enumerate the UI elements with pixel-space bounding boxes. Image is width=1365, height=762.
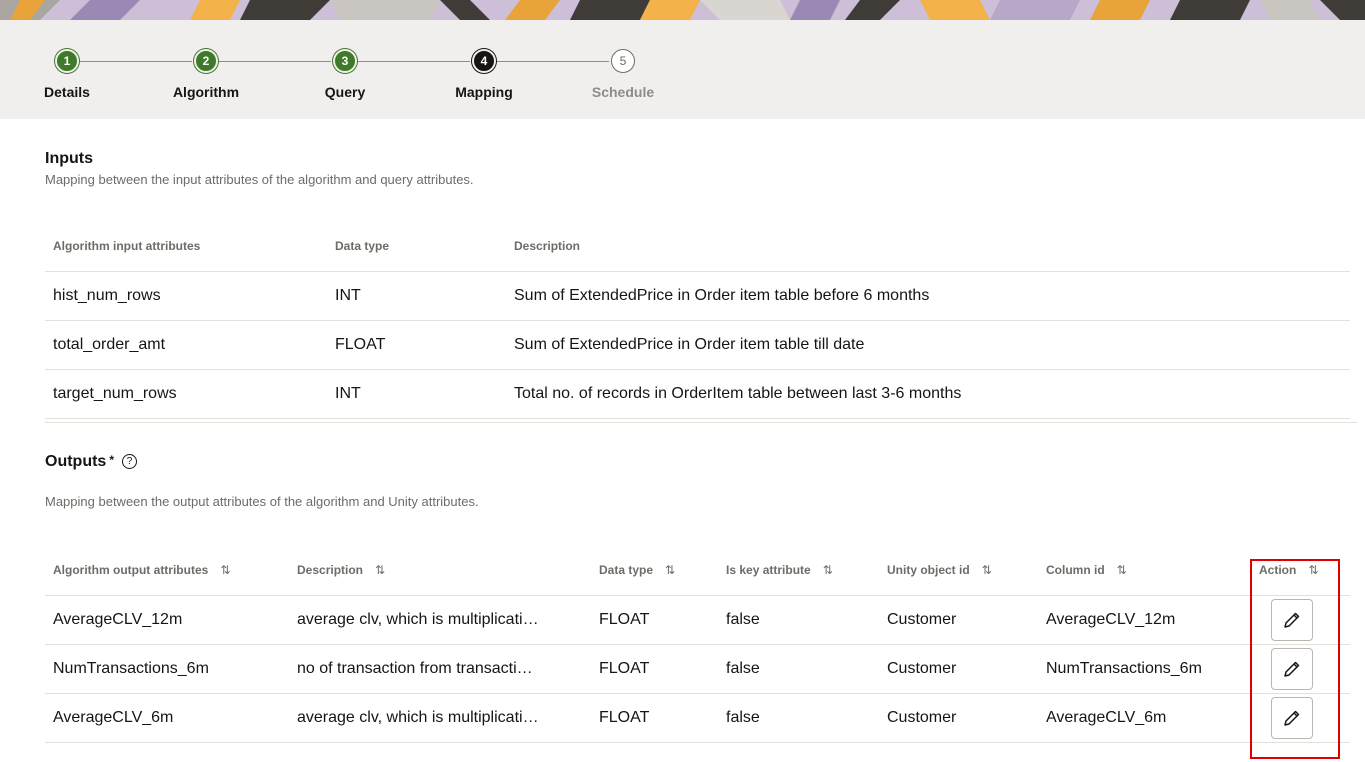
sort-icon[interactable]: ⇅ bbox=[375, 563, 385, 577]
header-label: Unity object id bbox=[887, 563, 970, 577]
step-query[interactable]: 3 Query bbox=[275, 49, 415, 100]
sort-icon[interactable]: ⇅ bbox=[220, 563, 230, 577]
cell-data-type: FLOAT bbox=[591, 644, 718, 694]
cell-data-type: FLOAT bbox=[591, 693, 718, 743]
inputs-description: Mapping between the input attributes of … bbox=[45, 172, 474, 187]
cell-description: average clv, which is multiplicati… bbox=[289, 693, 591, 743]
step-label: Schedule bbox=[591, 84, 655, 100]
column-header-data-type: Data type bbox=[335, 239, 390, 253]
question-circle-icon[interactable]: ? bbox=[122, 454, 137, 470]
cell-data-type: FLOAT bbox=[591, 595, 718, 645]
cell-attribute: hist_num_rows bbox=[45, 271, 327, 321]
table-row[interactable]: NumTransactions_6m no of transaction fro… bbox=[45, 644, 1350, 694]
pencil-icon bbox=[1284, 661, 1300, 677]
header-label: Is key attribute bbox=[726, 563, 811, 577]
header-banner-pattern bbox=[0, 0, 1365, 20]
sort-icon[interactable]: ⇅ bbox=[1308, 563, 1318, 577]
cell-is-key: false bbox=[718, 693, 879, 743]
column-header-description[interactable]: Description ⇅ bbox=[289, 545, 591, 596]
cell-data-type: FLOAT bbox=[327, 320, 506, 370]
outputs-title: Outputs *? bbox=[45, 453, 137, 471]
banner-pattern-graphic bbox=[0, 0, 1365, 20]
table-row[interactable]: total_order_amt FLOAT Sum of ExtendedPri… bbox=[45, 320, 1350, 370]
header-label: Action bbox=[1259, 563, 1297, 577]
step-label: Query bbox=[324, 84, 366, 100]
inputs-title: Inputs bbox=[45, 150, 93, 167]
cell-description: Sum of ExtendedPrice in Order item table… bbox=[506, 271, 1350, 321]
sort-icon[interactable]: ⇅ bbox=[823, 563, 833, 577]
column-header-description: Description bbox=[514, 239, 581, 253]
cell-action bbox=[1251, 644, 1350, 694]
table-row[interactable]: AverageCLV_6m average clv, which is mult… bbox=[45, 693, 1350, 743]
header-label: Data type bbox=[599, 563, 654, 577]
step-number-badge: 4 bbox=[472, 49, 496, 73]
table-row[interactable]: target_num_rows INT Total no. of records… bbox=[45, 369, 1350, 419]
section-divider bbox=[45, 422, 1357, 423]
cell-column-id: AverageCLV_12m bbox=[1038, 595, 1251, 645]
cell-action bbox=[1251, 595, 1350, 645]
cell-attribute: target_num_rows bbox=[45, 369, 327, 419]
cell-data-type: INT bbox=[327, 271, 506, 321]
cell-unity-object-id: Customer bbox=[879, 644, 1038, 694]
step-number-badge: 2 bbox=[194, 49, 218, 73]
outputs-title-text: Outputs bbox=[45, 453, 107, 470]
column-header-unity-object-id[interactable]: Unity object id ⇅ bbox=[879, 545, 1038, 596]
column-header-column-id[interactable]: Column id ⇅ bbox=[1038, 545, 1251, 596]
column-header-output-attribute[interactable]: Algorithm output attributes ⇅ bbox=[45, 545, 289, 596]
column-header-attribute: Algorithm input attributes bbox=[53, 239, 201, 253]
sort-icon[interactable]: ⇅ bbox=[982, 563, 992, 577]
edit-button[interactable] bbox=[1271, 599, 1313, 641]
cell-column-id: AverageCLV_6m bbox=[1038, 693, 1251, 743]
column-header-data-type[interactable]: Data type ⇅ bbox=[591, 545, 718, 596]
wizard-stepper: 1 Details 2 Algorithm 3 Query 4 Mapping … bbox=[0, 20, 1365, 119]
step-label: Algorithm bbox=[172, 84, 240, 100]
required-marker: * bbox=[109, 453, 114, 467]
column-header-action[interactable]: Action ⇅ bbox=[1251, 545, 1350, 596]
cell-is-key: false bbox=[718, 595, 879, 645]
table-row[interactable]: hist_num_rows INT Sum of ExtendedPrice i… bbox=[45, 271, 1350, 321]
table-row[interactable]: AverageCLV_12m average clv, which is mul… bbox=[45, 595, 1350, 645]
column-header-is-key[interactable]: Is key attribute ⇅ bbox=[718, 545, 879, 596]
cell-is-key: false bbox=[718, 644, 879, 694]
cell-output-attribute: AverageCLV_6m bbox=[45, 693, 289, 743]
step-label: Mapping bbox=[455, 84, 513, 100]
cell-unity-object-id: Customer bbox=[879, 595, 1038, 645]
step-number-badge: 1 bbox=[55, 49, 79, 73]
pencil-icon bbox=[1284, 612, 1300, 628]
step-details[interactable]: 1 Details bbox=[0, 49, 137, 100]
step-number-badge: 3 bbox=[333, 49, 357, 73]
cell-description: average clv, which is multiplicati… bbox=[289, 595, 591, 645]
inputs-table: Algorithm input attributes Data type Des… bbox=[45, 221, 1350, 419]
cell-description: Total no. of records in OrderItem table … bbox=[506, 369, 1350, 419]
header-label: Column id bbox=[1046, 563, 1105, 577]
cell-output-attribute: NumTransactions_6m bbox=[45, 644, 289, 694]
step-label: Details bbox=[44, 84, 90, 100]
cell-unity-object-id: Customer bbox=[879, 693, 1038, 743]
cell-column-id: NumTransactions_6m bbox=[1038, 644, 1251, 694]
pencil-icon bbox=[1284, 710, 1300, 726]
cell-data-type: INT bbox=[327, 369, 506, 419]
cell-action bbox=[1251, 693, 1350, 743]
cell-output-attribute: AverageCLV_12m bbox=[45, 595, 289, 645]
sort-icon[interactable]: ⇅ bbox=[1117, 563, 1127, 577]
step-number-badge: 5 bbox=[611, 49, 635, 73]
step-schedule[interactable]: 5 Schedule bbox=[553, 49, 693, 100]
header-label: Description bbox=[297, 563, 364, 577]
step-algorithm[interactable]: 2 Algorithm bbox=[136, 49, 276, 100]
header-label: Algorithm output attributes bbox=[53, 563, 209, 577]
table-header-row: Algorithm output attributes ⇅ Description… bbox=[45, 545, 1350, 596]
step-mapping[interactable]: 4 Mapping bbox=[414, 49, 554, 100]
cell-attribute: total_order_amt bbox=[45, 320, 327, 370]
edit-button[interactable] bbox=[1271, 697, 1313, 739]
outputs-table: Algorithm output attributes ⇅ Description… bbox=[45, 545, 1350, 743]
edit-button[interactable] bbox=[1271, 648, 1313, 690]
sort-icon[interactable]: ⇅ bbox=[665, 563, 675, 577]
cell-description: no of transaction from transacti… bbox=[289, 644, 591, 694]
cell-description: Sum of ExtendedPrice in Order item table… bbox=[506, 320, 1350, 370]
outputs-description: Mapping between the output attributes of… bbox=[45, 494, 479, 509]
table-header-row: Algorithm input attributes Data type Des… bbox=[45, 221, 1350, 272]
